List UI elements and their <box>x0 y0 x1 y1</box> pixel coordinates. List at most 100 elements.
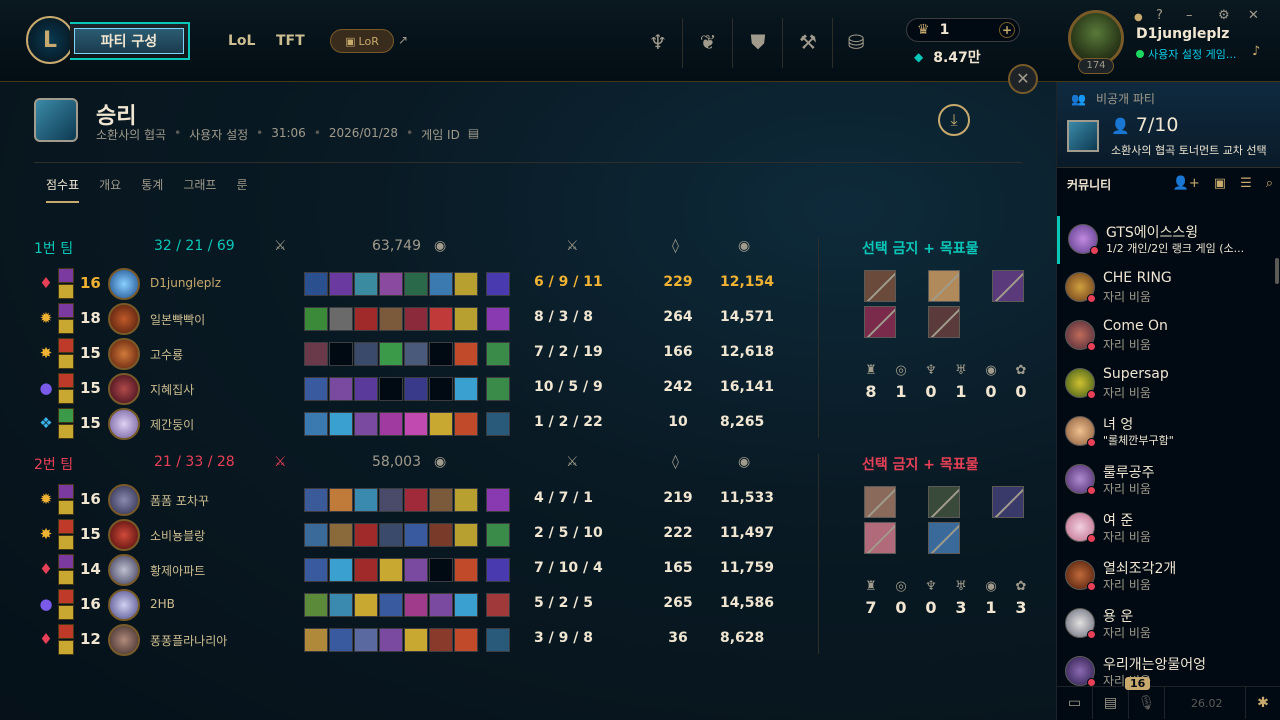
item-icon[interactable] <box>454 593 478 617</box>
item-icon[interactable] <box>304 272 328 296</box>
chat-icon[interactable]: ▭ <box>1057 687 1093 719</box>
nav-loot-icon[interactable]: ⚒ <box>786 24 830 60</box>
player-name[interactable]: 고수룡 <box>150 346 183 363</box>
table-row[interactable]: ✹ 16 폼폼 포차꾸 4 / 7 / 1 219 11,533 <box>0 484 820 516</box>
item-icon[interactable] <box>379 342 403 366</box>
item-icon[interactable] <box>354 558 378 582</box>
champion-portrait[interactable] <box>108 624 140 656</box>
item-icon[interactable] <box>304 593 328 617</box>
item-icon[interactable] <box>404 307 428 331</box>
item-icon[interactable] <box>454 488 478 512</box>
party-button[interactable]: 파티 구성 <box>70 22 190 60</box>
item-icon[interactable] <box>329 593 353 617</box>
tab-graph[interactable]: 그래프 <box>183 176 216 203</box>
trinket-icon[interactable] <box>486 377 510 401</box>
item-icon[interactable] <box>454 558 478 582</box>
nav-lor[interactable]: ▣ LoR <box>330 29 394 53</box>
item-icon[interactable] <box>329 523 353 547</box>
player-name[interactable]: D1jungleplz <box>150 276 221 290</box>
player-name[interactable]: 퐁퐁플라나리아 <box>150 632 227 649</box>
player-name[interactable]: 황제아파트 <box>150 562 205 579</box>
list-item[interactable]: CHE RING 자리 비움 <box>1057 264 1275 312</box>
add-currency-button[interactable]: + <box>999 22 1015 38</box>
item-icon[interactable] <box>454 412 478 436</box>
item-icon[interactable] <box>304 628 328 652</box>
add-friend-icon[interactable]: 👤+ <box>1173 176 1200 191</box>
item-icon[interactable] <box>304 412 328 436</box>
item-icon[interactable] <box>379 558 403 582</box>
add-folder-icon[interactable]: ▣ <box>1214 176 1226 191</box>
list-item[interactable]: Supersap 자리 비움 <box>1057 360 1275 408</box>
item-icon[interactable] <box>429 593 453 617</box>
table-row[interactable]: ● 15 지혜집사 10 / 5 / 9 242 16,141 <box>0 373 820 405</box>
item-icon[interactable] <box>379 272 403 296</box>
close-icon[interactable]: ✕ <box>1248 8 1259 23</box>
item-icon[interactable] <box>404 558 428 582</box>
item-icon[interactable] <box>454 628 478 652</box>
item-icon[interactable] <box>379 593 403 617</box>
profile-status[interactable]: 사용자 설정 게임... <box>1136 46 1236 62</box>
item-icon[interactable] <box>404 412 428 436</box>
tab-scoreboard[interactable]: 점수표 <box>46 176 80 203</box>
item-icon[interactable] <box>329 307 353 331</box>
trinket-icon[interactable] <box>486 272 510 296</box>
tab-overview[interactable]: 개요 <box>99 176 121 203</box>
item-icon[interactable] <box>354 523 378 547</box>
table-row[interactable]: ✹ 18 일본빡빡이 8 / 3 / 8 264 14,571 <box>0 303 820 335</box>
item-icon[interactable] <box>304 523 328 547</box>
item-icon[interactable] <box>304 377 328 401</box>
tab-runes[interactable]: 룬 <box>236 176 247 203</box>
list-item[interactable]: 열쇠조각2개 자리 비움 <box>1057 552 1275 600</box>
item-icon[interactable] <box>329 377 353 401</box>
item-icon[interactable] <box>354 377 378 401</box>
table-row[interactable]: ♦ 12 퐁퐁플라나리아 3 / 9 / 8 36 8,628 <box>0 624 820 656</box>
item-icon[interactable] <box>329 412 353 436</box>
table-row[interactable]: ✸ 15 고수룡 7 / 2 / 19 166 12,618 <box>0 338 820 370</box>
nav-lol[interactable]: LoL <box>228 33 255 49</box>
item-icon[interactable] <box>454 523 478 547</box>
trinket-icon[interactable] <box>486 558 510 582</box>
item-icon[interactable] <box>404 377 428 401</box>
item-icon[interactable] <box>354 488 378 512</box>
bug-report-icon[interactable]: ✱ <box>1245 687 1280 719</box>
download-button[interactable]: ⤓ <box>938 104 970 136</box>
nav-store-icon[interactable]: ⛁ <box>834 24 878 60</box>
gear-icon[interactable]: ⚙ <box>1218 8 1230 23</box>
table-row[interactable]: ❖ 15 제간둥이 1 / 2 / 22 10 8,265 <box>0 408 820 440</box>
champion-portrait[interactable] <box>108 338 140 370</box>
list-item[interactable]: 우리개는앙물어엉 자리 비움 <box>1057 648 1275 686</box>
player-name[interactable]: 폼폼 포차꾸 <box>150 492 209 509</box>
player-name[interactable]: 2HB <box>150 597 175 611</box>
item-icon[interactable] <box>429 488 453 512</box>
item-icon[interactable] <box>379 307 403 331</box>
nav-tft[interactable]: TFT <box>276 33 305 49</box>
champion-portrait[interactable] <box>108 408 140 440</box>
lobby-card[interactable]: 👥 비공개 파티 👤 7/10 소환사의 협곡 토너먼트 교차 선택 <box>1057 82 1280 168</box>
table-row[interactable]: ● 16 2HB 5 / 2 / 5 265 14,586 <box>0 589 820 621</box>
item-icon[interactable] <box>354 628 378 652</box>
friend-list-scrollbar[interactable] <box>1275 258 1279 284</box>
trinket-icon[interactable] <box>486 307 510 331</box>
item-icon[interactable] <box>429 272 453 296</box>
missions-icon[interactable]: ▤ <box>1093 687 1129 719</box>
item-icon[interactable] <box>354 412 378 436</box>
copy-icon[interactable]: ▤ <box>468 126 479 143</box>
item-icon[interactable] <box>354 307 378 331</box>
table-row[interactable]: ♦ 16 D1jungleplz 6 / 9 / 11 229 12,154 <box>0 268 820 300</box>
voice-icon[interactable]: 🎙 <box>1129 687 1165 719</box>
item-icon[interactable] <box>354 342 378 366</box>
item-icon[interactable] <box>404 523 428 547</box>
player-name[interactable]: 소비뇽블랑 <box>150 527 205 544</box>
item-icon[interactable] <box>329 272 353 296</box>
champion-portrait[interactable] <box>108 268 140 300</box>
nav-profile-icon[interactable]: ❦ <box>686 24 730 60</box>
item-icon[interactable] <box>454 307 478 331</box>
item-icon[interactable] <box>379 412 403 436</box>
item-icon[interactable] <box>304 342 328 366</box>
list-item[interactable]: 용 운 자리 비움 <box>1057 600 1275 648</box>
champion-portrait[interactable] <box>108 554 140 586</box>
tab-stats[interactable]: 통계 <box>141 176 163 203</box>
item-icon[interactable] <box>379 488 403 512</box>
champion-portrait[interactable] <box>108 303 140 335</box>
list-item[interactable]: 여 준 자리 비움 <box>1057 504 1275 552</box>
